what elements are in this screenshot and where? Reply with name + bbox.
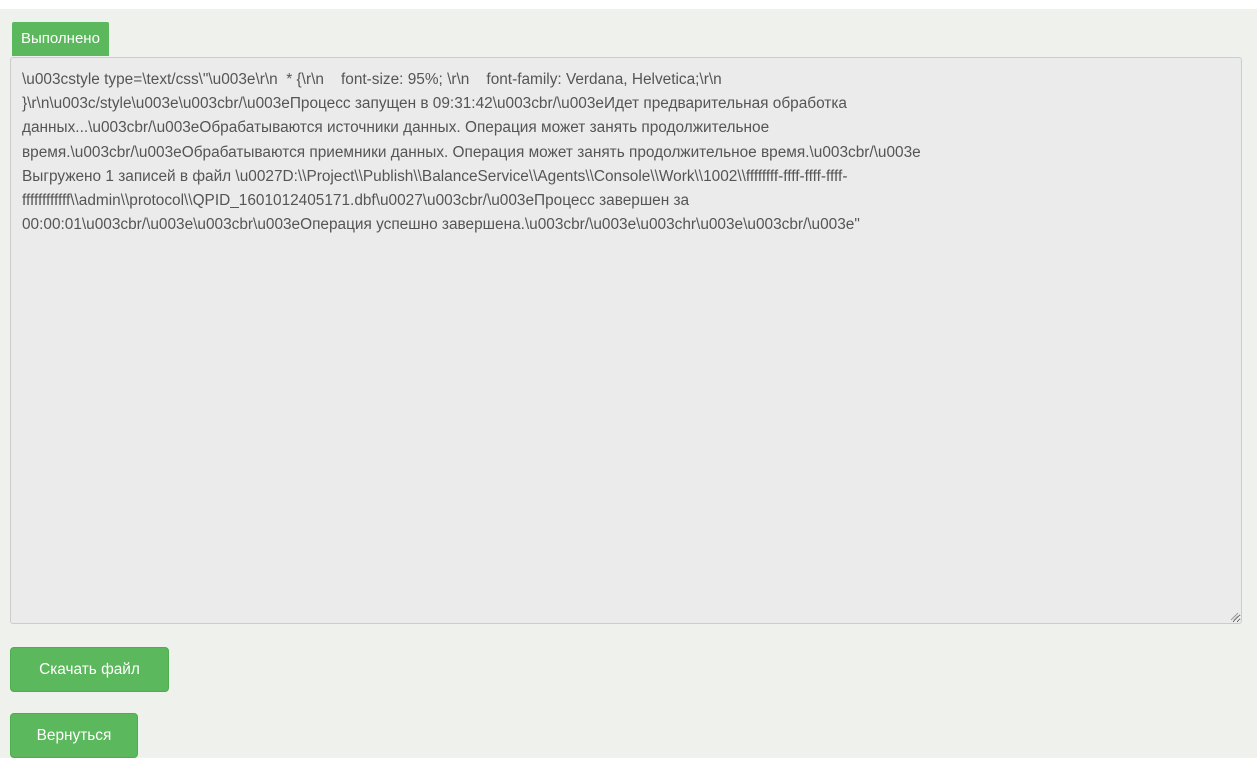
top-strip	[0, 0, 1257, 9]
back-button[interactable]: Вернуться	[10, 713, 138, 758]
status-badge: Выполнено	[12, 22, 109, 56]
download-file-button[interactable]: Скачать файл	[10, 647, 169, 692]
log-output-textarea[interactable]	[10, 57, 1242, 624]
